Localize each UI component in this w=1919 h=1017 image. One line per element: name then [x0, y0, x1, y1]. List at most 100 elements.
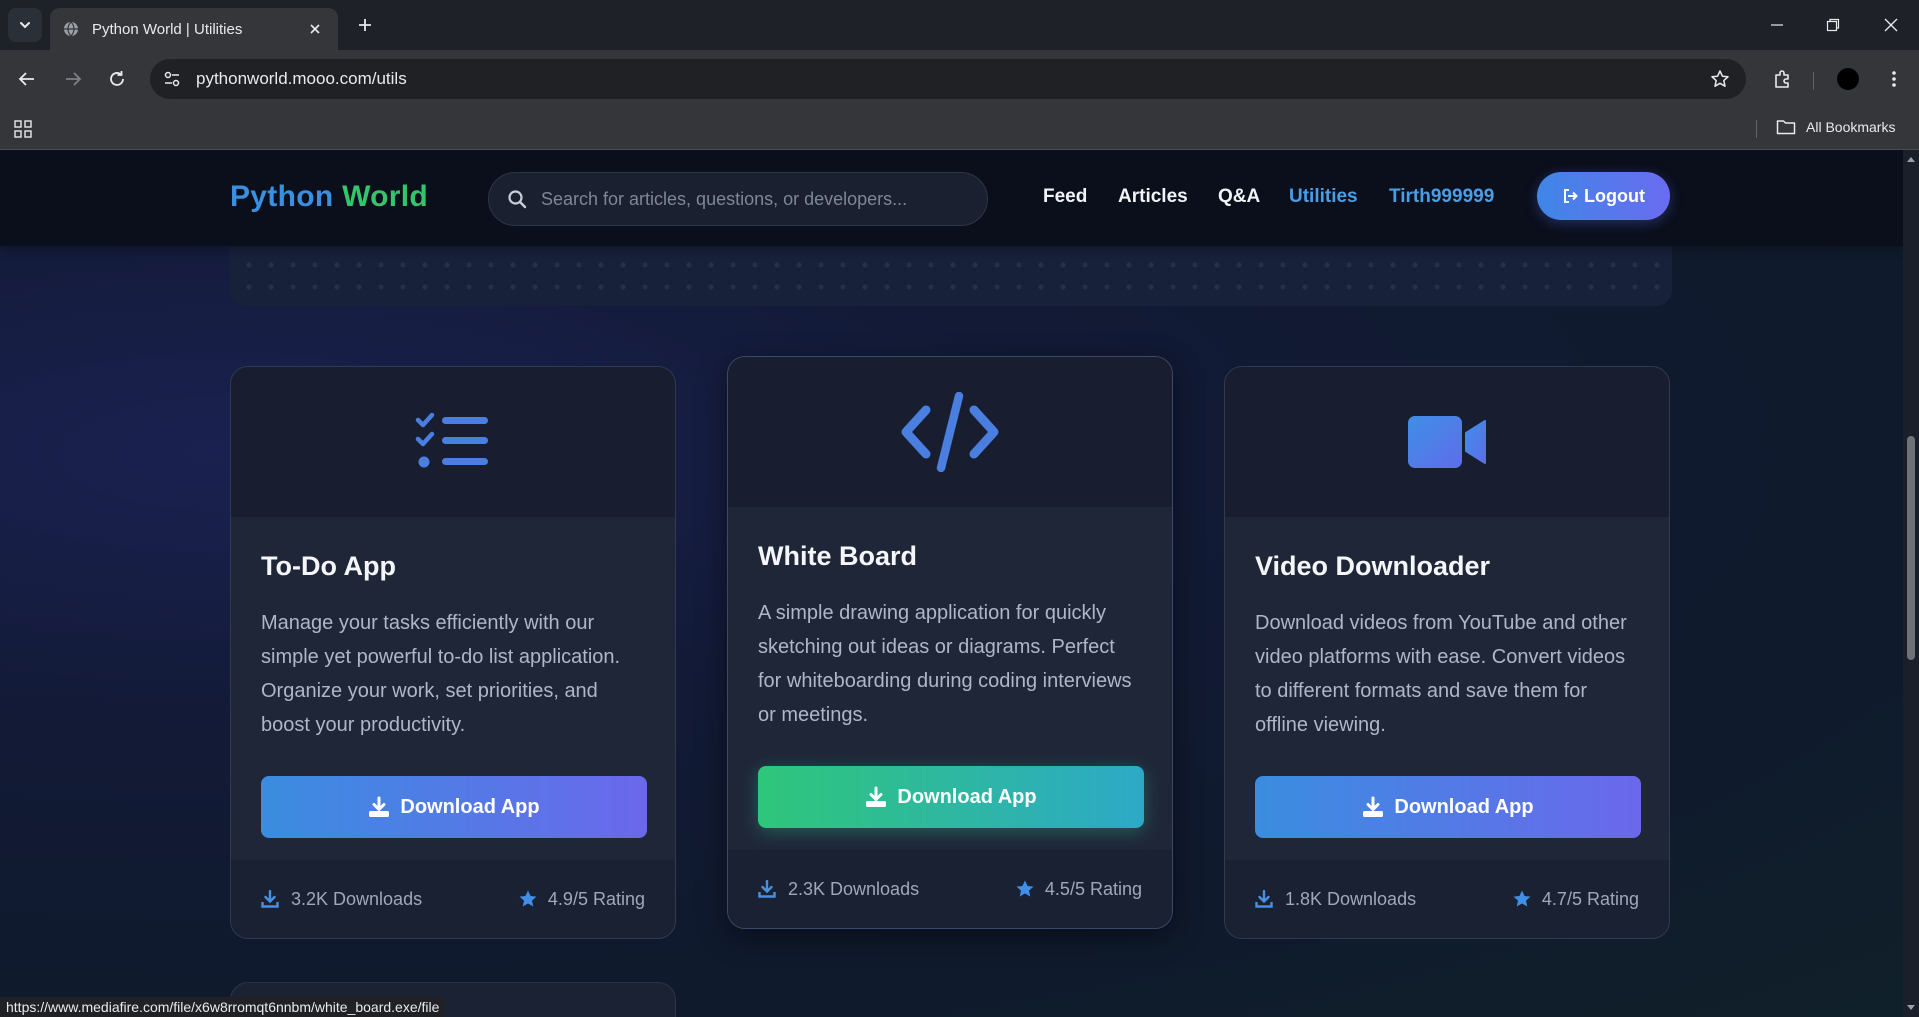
- site-logo[interactable]: Python World: [230, 180, 428, 214]
- rating-stat: 4.7/5 Rating: [1512, 889, 1639, 910]
- tab-title: Python World | Utilities: [92, 20, 243, 38]
- bookmark-star-icon[interactable]: [1702, 61, 1738, 97]
- nav-utilities[interactable]: Utilities: [1289, 186, 1358, 208]
- card-title: Video Downloader: [1255, 551, 1491, 581]
- sign-out-icon: [1562, 187, 1580, 205]
- logo-part-python: Python: [230, 180, 334, 213]
- logo-part-world: World: [342, 180, 429, 213]
- rating-stat: 4.9/5 Rating: [518, 889, 645, 910]
- card-icon-area: [728, 357, 1172, 507]
- download-icon: [1255, 889, 1275, 909]
- star-icon: [518, 889, 538, 909]
- minimize-icon: [1771, 24, 1783, 26]
- downloads-count: 1.8K Downloads: [1285, 888, 1417, 909]
- url-text[interactable]: pythonworld.mooo.com/utils: [196, 69, 1702, 89]
- puzzle-icon: [1775, 70, 1789, 88]
- download-icon: [1362, 796, 1386, 818]
- folder-icon: [1776, 118, 1796, 136]
- all-bookmarks-button[interactable]: All Bookmarks: [1776, 118, 1895, 136]
- page-viewport: Python World Feed Articles Q&A Utilities…: [0, 150, 1903, 1017]
- apps-grid-icon[interactable]: [12, 118, 34, 140]
- all-bookmarks-label: All Bookmarks: [1806, 119, 1896, 135]
- rating-value: 4.7/5 Rating: [1541, 888, 1639, 909]
- page-scrollbar[interactable]: [1903, 150, 1919, 1017]
- card-title: White Board: [758, 541, 917, 571]
- site-info-icon[interactable]: [152, 59, 192, 99]
- rating-stat: 4.5/5 Rating: [1015, 879, 1142, 900]
- scroll-down-arrow-icon[interactable]: [1906, 1003, 1916, 1013]
- rating-value: 4.9/5 Rating: [547, 888, 645, 909]
- code-icon: [901, 392, 999, 472]
- download-button-label: Download App: [400, 795, 540, 818]
- plus-icon: [359, 19, 371, 31]
- card-description: Manage your tasks efficiently with our s…: [261, 612, 621, 736]
- restore-icon: [1826, 18, 1840, 32]
- address-bar[interactable]: pythonworld.mooo.com/utils: [150, 59, 1746, 99]
- scrollbar-thumb[interactable]: [1907, 436, 1915, 660]
- bookmarks-bar: All Bookmarks: [0, 108, 1919, 150]
- downloads-count: 3.2K Downloads: [291, 888, 423, 909]
- new-tab-button[interactable]: [352, 12, 378, 38]
- profile-button[interactable]: [1833, 64, 1863, 94]
- back-button[interactable]: [12, 64, 42, 94]
- utility-card-whiteboard: White Board A simple drawing application…: [727, 356, 1173, 929]
- browser-toolbar: pythonworld.mooo.com/utils: [0, 50, 1919, 108]
- utility-card-video-downloader: Video Downloader Download videos from Yo…: [1224, 366, 1670, 939]
- close-window-button[interactable]: [1876, 10, 1906, 40]
- download-app-button[interactable]: Download App: [758, 766, 1144, 828]
- close-tab-icon[interactable]: [304, 18, 326, 40]
- browser-tab-bar: Python World | Utilities: [0, 0, 1919, 50]
- checklist-icon: [415, 412, 488, 468]
- globe-icon: [62, 20, 80, 38]
- status-bar-link-preview: https://www.mediafire.com/file/x6w8rromq…: [0, 997, 446, 1017]
- logout-label: Logout: [1584, 185, 1645, 206]
- download-button-label: Download App: [1394, 795, 1534, 818]
- card-icon-area: [1225, 367, 1669, 517]
- reload-button[interactable]: [102, 64, 132, 94]
- download-icon: [865, 786, 889, 808]
- site-search[interactable]: [488, 172, 988, 226]
- more-vertical-icon: [1892, 71, 1896, 87]
- nav-articles[interactable]: Articles: [1118, 186, 1188, 208]
- nav-profile-username[interactable]: Tirth999999: [1389, 186, 1494, 208]
- search-icon: [507, 188, 529, 210]
- download-button-label: Download App: [897, 785, 1037, 808]
- star-icon: [1015, 879, 1035, 899]
- minimize-button[interactable]: [1762, 10, 1792, 40]
- card-description: A simple drawing application for quickly…: [758, 602, 1132, 726]
- download-icon: [758, 879, 778, 899]
- card-title: To-Do App: [261, 551, 396, 581]
- card-footer: 1.8K Downloads 4.7/5 Rating: [1225, 860, 1669, 938]
- toolbar-divider: [1813, 72, 1814, 90]
- browser-tab[interactable]: Python World | Utilities: [50, 8, 338, 50]
- scroll-up-arrow-icon[interactable]: [1906, 154, 1916, 164]
- card-footer: 2.3K Downloads 4.5/5 Rating: [728, 850, 1172, 928]
- utility-card-todo: To-Do App Manage your tasks efficiently …: [230, 366, 676, 939]
- search-input[interactable]: [541, 188, 961, 210]
- site-header: Python World Feed Articles Q&A Utilities…: [0, 150, 1903, 246]
- reload-icon: [110, 71, 124, 86]
- arrow-left-icon: [18, 72, 34, 86]
- logout-button[interactable]: Logout: [1537, 172, 1670, 220]
- card-icon-area: [231, 367, 675, 517]
- forward-button[interactable]: [58, 64, 88, 94]
- browser-menu-button[interactable]: [1879, 64, 1909, 94]
- extensions-button[interactable]: [1767, 64, 1797, 94]
- restore-button[interactable]: [1818, 10, 1848, 40]
- downloads-stat: 2.3K Downloads: [758, 879, 919, 900]
- card-footer: 3.2K Downloads 4.9/5 Rating: [231, 860, 675, 938]
- video-camera-icon: [1408, 416, 1486, 468]
- chevron-down-icon: [20, 22, 30, 29]
- tab-search-button[interactable]: [8, 8, 42, 42]
- downloads-count: 2.3K Downloads: [788, 878, 920, 899]
- download-icon: [261, 889, 281, 909]
- rating-value: 4.5/5 Rating: [1044, 878, 1142, 899]
- nav-qa[interactable]: Q&A: [1218, 186, 1260, 208]
- avatar: [1837, 68, 1859, 90]
- downloads-stat: 3.2K Downloads: [261, 889, 422, 910]
- bookmarks-divider: [1756, 120, 1757, 138]
- download-app-button[interactable]: Download App: [261, 776, 647, 838]
- download-app-button[interactable]: Download App: [1255, 776, 1641, 838]
- nav-feed[interactable]: Feed: [1043, 186, 1087, 208]
- downloads-stat: 1.8K Downloads: [1255, 889, 1416, 910]
